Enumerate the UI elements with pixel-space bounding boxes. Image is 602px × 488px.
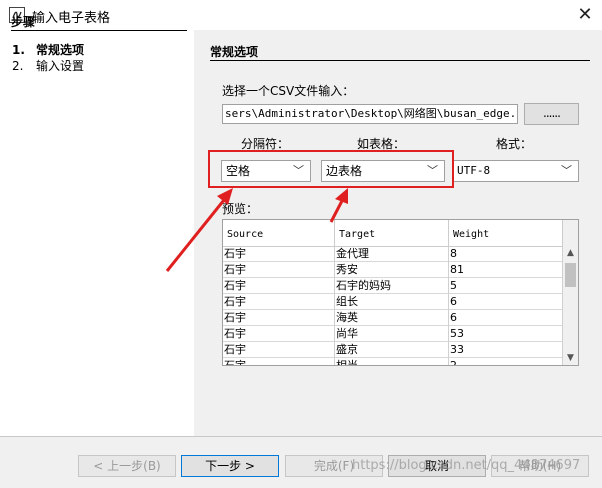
scrollbar-thumb[interactable] (565, 263, 576, 287)
target-cell: 石宇的妈妈 (335, 278, 449, 294)
table-row[interactable]: 石宇 盛京 33 (223, 342, 563, 358)
weight-cell: 81 (449, 262, 563, 278)
weight-cell: 6 (449, 310, 563, 326)
vertical-scrollbar[interactable]: ▲ ▼ (563, 246, 578, 365)
scroll-down-icon[interactable]: ▼ (563, 351, 578, 365)
table-header-row: Source Target Weight (223, 220, 563, 247)
step-item-import-settings: 2. 输入设置 (12, 57, 84, 74)
target-cell: 组长 (335, 294, 449, 310)
table-row[interactable]: 石宇 石宇的妈妈 5 (223, 278, 563, 294)
target-cell: 海英 (335, 310, 449, 326)
step-number: 1. (12, 43, 25, 57)
column-header-target[interactable]: Target (335, 220, 449, 246)
source-cell: 石宇 (223, 246, 335, 262)
section-heading: 常规选项 (210, 45, 259, 59)
target-cell: 尚华 (335, 326, 449, 342)
weight-cell: 53 (449, 326, 563, 342)
steps-panel (0, 30, 194, 436)
preview-label: 预览： (222, 202, 259, 216)
file-path-input[interactable]: sers\Administrator\Desktop\网络图\busan_edg… (222, 104, 518, 124)
next-button[interactable]: 下一步 > (181, 455, 279, 477)
source-cell: 石宇 (223, 278, 335, 294)
format-select[interactable]: UTF-8 ﹀ (452, 160, 579, 182)
divider (11, 30, 187, 31)
close-icon[interactable]: ✕ (572, 2, 598, 28)
weight-cell: 8 (449, 246, 563, 262)
step-number: 2. (12, 59, 24, 73)
weight-cell: 6 (449, 294, 563, 310)
source-cell: 石宇 (223, 262, 335, 278)
weight-cell: 5 (449, 278, 563, 294)
step-label: 输入设置 (36, 59, 85, 73)
column-header-source[interactable]: Source (223, 220, 335, 246)
csv-file-label: 选择一个CSV文件输入： (222, 84, 355, 98)
table-row[interactable]: 石宇 秀安 81 (223, 262, 563, 278)
table-row[interactable]: 石宇 金代理 8 (223, 246, 563, 262)
scroll-corner (563, 220, 578, 246)
target-cell: 相当 (335, 358, 449, 365)
window-title: 输入电子表格 (32, 11, 111, 26)
scroll-up-icon[interactable]: ▲ (563, 246, 578, 260)
format-value: UTF-8 (457, 164, 491, 177)
table-row[interactable]: 石宇 海英 6 (223, 310, 563, 326)
step-item-general: 1. 常规选项 (12, 41, 84, 58)
source-cell: 石宇 (223, 310, 335, 326)
source-cell: 石宇 (223, 358, 335, 365)
table-row[interactable]: 石宇 相当 2 (223, 358, 563, 365)
source-cell: 石宇 (223, 294, 335, 310)
divider (210, 60, 590, 61)
target-cell: 盛京 (335, 342, 449, 358)
format-label: 格式： (496, 137, 533, 151)
weight-cell: 33 (449, 342, 563, 358)
browse-button[interactable]: ...... (524, 103, 579, 125)
table-row[interactable]: 石宇 组长 6 (223, 294, 563, 310)
weight-cell: 2 (449, 358, 563, 365)
annotation-highlight-box (208, 150, 454, 188)
target-cell: 秀安 (335, 262, 449, 278)
target-cell: 金代理 (335, 246, 449, 262)
watermark-text: https://blog.csdn.net/qq_44874697 (352, 458, 581, 473)
chevron-down-icon: ﹀ (561, 164, 572, 177)
source-cell: 石宇 (223, 326, 335, 342)
preview-table: Source Target Weight 石宇 金代理 8 石宇 秀安 81 石宇 石宇的妈妈… (222, 219, 579, 366)
previous-button[interactable]: < 上一步(B) (78, 455, 176, 477)
column-header-weight[interactable]: Weight (449, 220, 563, 246)
step-label: 常规选项 (36, 43, 85, 57)
source-cell: 石宇 (223, 342, 335, 358)
steps-heading: 步骤 (11, 15, 36, 29)
table-row[interactable]: 石宇 尚华 53 (223, 326, 563, 342)
